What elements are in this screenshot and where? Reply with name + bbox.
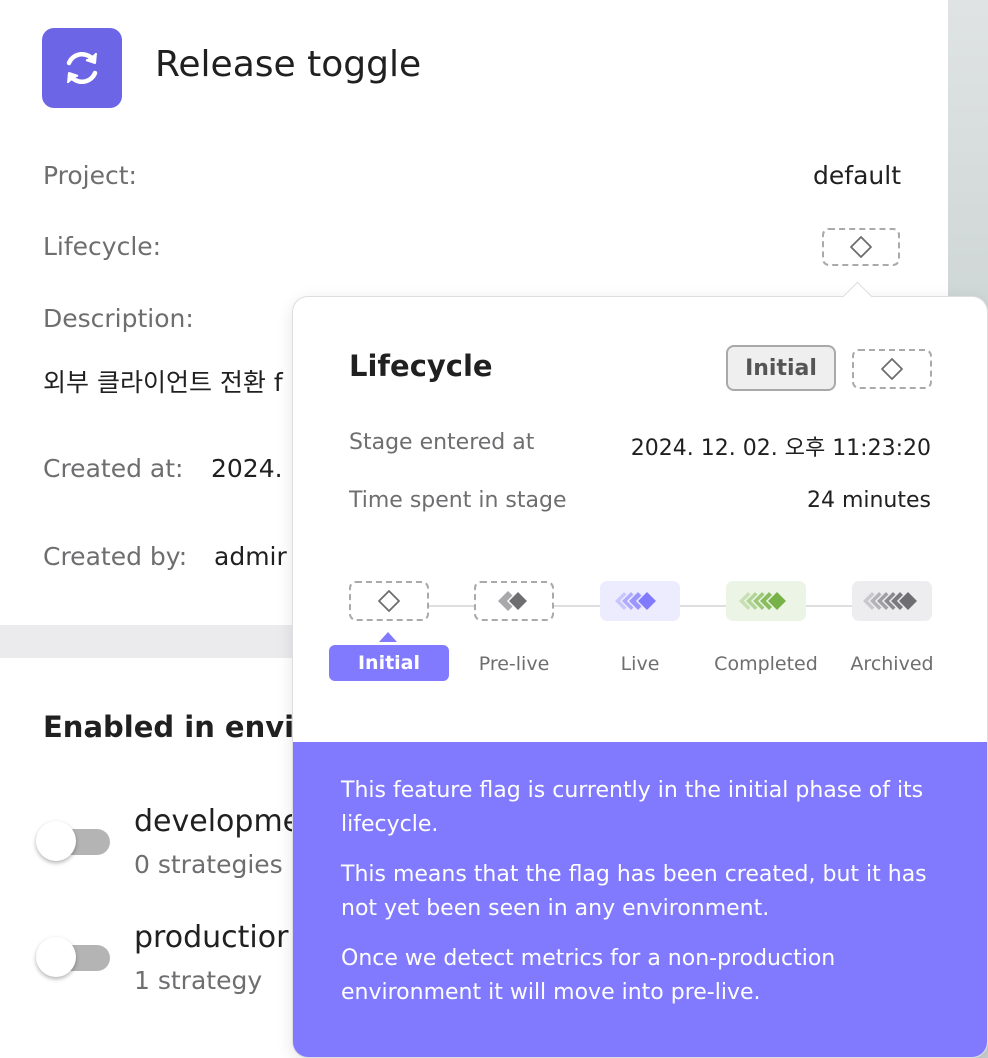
stage-completed [726,581,806,621]
stage-description-text: Once we detect metrics for a non-product… [341,946,836,1005]
time-spent-value: 24 minutes [806,488,931,513]
toggle-knob [36,937,76,977]
project-label: Project: [43,161,137,190]
description-value: 외부 클라이언트 전환 f [43,368,283,397]
stage-pre-live [474,581,554,621]
flag-title: Release toggle [155,44,422,85]
created-at-value: 2024. [211,454,283,483]
stage-entered-label: Stage entered at [349,430,535,455]
environment-name: productior [134,920,289,955]
lifecycle-stage-button[interactable] [822,228,900,266]
stage-label-initial: Initial [329,645,449,681]
popover-title: Lifecycle [349,349,493,383]
stage-archived [852,581,932,621]
stage-live [600,581,680,621]
environment-toggle-development[interactable] [36,818,112,864]
created-at-label: Created at: [43,454,184,483]
stage-description-text: This means that the flag has been create… [341,862,927,921]
created-by-label: Created by: [43,542,188,571]
refresh-arrows-icon [42,28,122,108]
created-by-value: admir [214,542,287,571]
lifecycle-label: Lifecycle: [43,232,162,261]
lifecycle-popover: Lifecycle Initial Stage entered at 2024.… [292,296,988,1058]
environment-strategies: 0 strategies [134,850,283,879]
stage-label-completed: Completed [714,653,818,675]
current-stage-badge: Initial [726,345,836,391]
environment-name: developme [134,804,302,839]
archived-icon [862,589,920,613]
project-value: default [813,161,901,190]
stage-label-archived: Archived [850,653,934,675]
stage-description-text: This feature flag is currently in the in… [341,778,924,837]
diamond-outline-icon [850,236,872,258]
active-stage-pointer [379,632,397,642]
stage-label-pre-live: Pre-live [478,653,550,675]
stage-initial [349,581,429,621]
toggle-knob [36,821,76,861]
completed-icon [738,589,789,613]
diamond-outline-icon [881,358,903,380]
stage-entered-value: 2024. 12. 02. 오후 11:23:20 [630,436,931,461]
diamond-outline-icon [378,590,400,612]
stage-label-live: Live [620,653,660,675]
stage-description-panel: This feature flag is currently in the in… [293,742,987,1057]
environments-heading: Enabled in envir [43,710,309,744]
live-icon [614,589,659,613]
time-spent-label: Time spent in stage [349,488,567,513]
environment-strategies: 1 strategy [134,966,263,995]
pre-live-icon [498,589,530,613]
description-label: Description: [43,304,194,333]
current-stage-icon [852,349,932,389]
environment-toggle-production[interactable] [36,934,112,980]
